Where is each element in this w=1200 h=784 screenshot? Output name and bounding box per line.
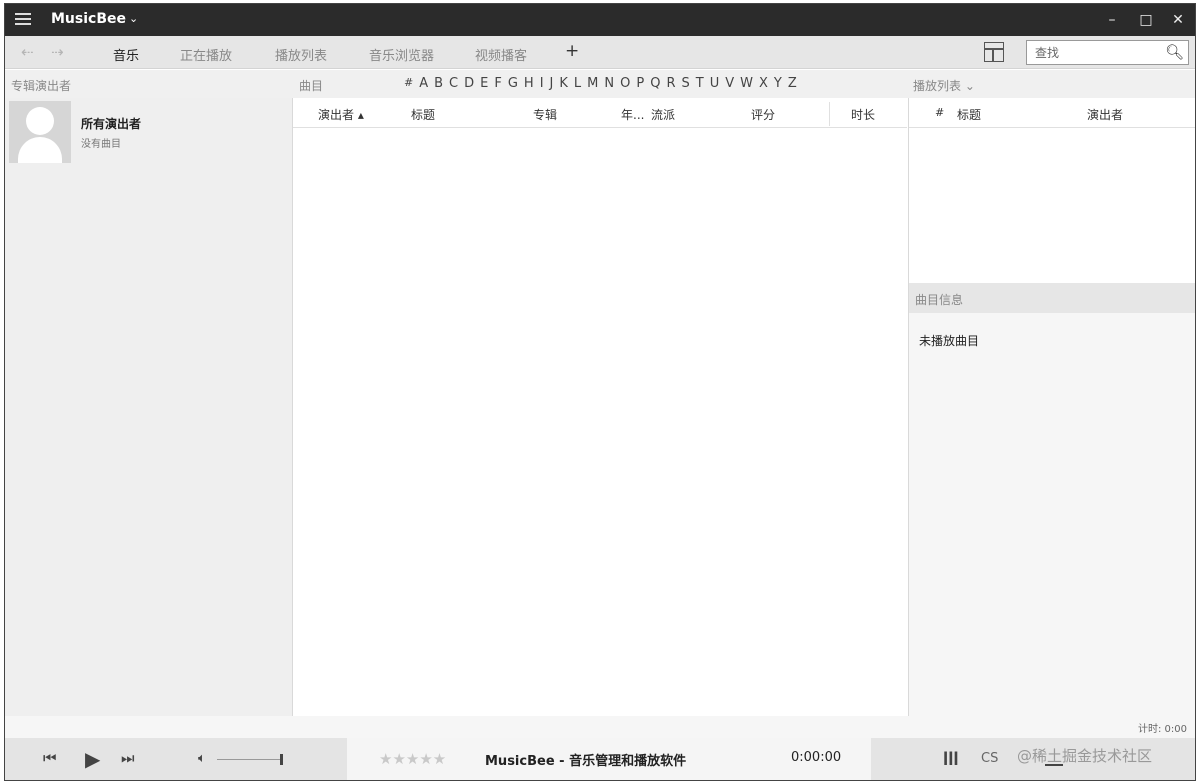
playlist-panel: # 标题 演出者 曲目信息 未播放曲目 [908, 98, 1195, 716]
next-track-icon[interactable]: ⏭ [121, 749, 135, 767]
player-bar: ⏮ ▶ ⏭ 🔈︎ ★★★★★ MusicBee - 音乐管理和播放软件 0:00… [5, 738, 1195, 780]
maximize-button[interactable]: □ [1136, 10, 1156, 30]
alphabet-letter[interactable]: U [707, 76, 723, 91]
column-number[interactable]: # [935, 106, 944, 119]
title-bar: MusicBee ⌄ – □ ✕ [5, 4, 1195, 36]
alphabet-letter[interactable]: D [461, 76, 477, 91]
alphabet-letter[interactable]: X [756, 76, 771, 91]
artist-avatar-icon [9, 101, 71, 163]
track-list-header: 演出者 ▴ 标题 专辑 年... 流派 评分 时长 [293, 98, 907, 128]
section-header-bar: 专辑演出者 曲目 # A B C D E F G H I J K L M N O P Q R S T U V W X Y Z 播放列… [5, 70, 1195, 98]
alphabet-letter[interactable]: E [477, 76, 491, 91]
alphabet-letter[interactable]: I [537, 76, 547, 91]
app-title[interactable]: MusicBee [51, 11, 126, 27]
alphabet-letter[interactable]: L [571, 76, 584, 91]
close-button[interactable]: ✕ [1168, 10, 1188, 30]
alphabet-letter[interactable]: H [521, 76, 537, 91]
alphabet-letter[interactable]: P [633, 76, 647, 91]
artist-track-count: 没有曲目 [81, 139, 121, 150]
column-album[interactable]: 专辑 [533, 106, 557, 123]
alphabet-letter[interactable]: A [416, 76, 431, 91]
column-title[interactable]: 标题 [411, 106, 435, 123]
now-playing-title: MusicBee - 音乐管理和播放软件 [485, 754, 687, 769]
now-playing-area: ★★★★★ MusicBee - 音乐管理和播放软件 0:00:00 [347, 738, 871, 780]
tab-now-playing[interactable]: 正在播放 [180, 45, 232, 64]
track-list-panel: 演出者 ▴ 标题 专辑 年... 流派 评分 时长 [293, 98, 907, 716]
volume-icon[interactable]: 🔈︎ [198, 751, 206, 766]
playback-time: 0:00:00 [791, 750, 842, 765]
playlist-list[interactable] [909, 128, 1195, 283]
play-icon[interactable]: ▶ [85, 747, 100, 771]
track-info-header: 曲目信息 [909, 283, 1195, 313]
tab-playlists[interactable]: 播放列表 [275, 45, 327, 64]
alphabet-letter[interactable]: M [584, 76, 601, 91]
column-year[interactable]: 年... [621, 106, 644, 123]
forward-arrow-icon[interactable]: ⇢ [51, 43, 64, 61]
alphabet-jump-bar: # A B C D E F G H I J K L M N O P Q R S T U V W X Y Z [401, 76, 800, 91]
track-info-body: 未播放曲目 [919, 334, 980, 348]
alphabet-letter[interactable]: # [401, 76, 416, 91]
alphabet-letter[interactable]: T [693, 76, 707, 91]
album-artist-panel: 所有演出者 没有曲目 [5, 98, 293, 716]
status-strip: 计时: 0:00 [5, 716, 1195, 738]
rating-stars[interactable]: ★★★★★ [379, 750, 446, 768]
alphabet-letter[interactable]: N [601, 76, 617, 91]
tab-video-podcast[interactable]: 视频播客 [475, 45, 527, 64]
musicbee-window: MusicBee ⌄ – □ ✕ ⇠ ⇢ 音乐 正在播放 播放列表 音乐浏览器 … [4, 3, 1196, 781]
column-playlist-artist[interactable]: 演出者 [1087, 106, 1123, 123]
equalizer-icon[interactable]: ǀǀǀ [943, 750, 959, 766]
playlist-selector[interactable]: 播放列表 ⌄ [913, 77, 975, 94]
alphabet-letter[interactable]: Z [785, 76, 800, 91]
alphabet-letter[interactable]: W [737, 76, 756, 91]
alphabet-letter[interactable]: C [446, 76, 461, 91]
alphabet-letter[interactable]: Y [771, 76, 785, 91]
tab-music[interactable]: 音乐 [113, 45, 139, 64]
playlist-header: # 标题 演出者 [909, 98, 1195, 128]
layout-toggle-icon[interactable] [984, 42, 1004, 62]
scrobble-icon[interactable]: CS [981, 751, 998, 766]
volume-slider-handle[interactable] [280, 754, 283, 765]
watermark: @稀土掘金技术社区 [1017, 747, 1153, 765]
track-info-title: 曲目信息 [915, 293, 964, 307]
column-playlist-title[interactable]: 标题 [957, 106, 981, 123]
album-artist-header[interactable]: 专辑演出者 [11, 77, 71, 94]
alphabet-letter[interactable]: J [547, 76, 557, 91]
alphabet-letter[interactable]: K [556, 76, 571, 91]
alphabet-letter[interactable]: O [617, 76, 633, 91]
column-rating[interactable]: 评分 [751, 106, 775, 123]
alphabet-letter[interactable]: G [505, 76, 521, 91]
column-duration[interactable]: 时长 [851, 106, 875, 123]
total-time-text: 计时: 0:00 [1137, 724, 1187, 735]
hamburger-menu-icon[interactable] [15, 13, 31, 27]
add-tab-button[interactable]: + [565, 41, 579, 61]
column-divider[interactable] [829, 102, 830, 126]
previous-track-icon[interactable]: ⏮ [43, 749, 57, 767]
alphabet-letter[interactable]: V [722, 76, 737, 91]
alphabet-letter[interactable]: B [431, 76, 446, 91]
column-genre[interactable]: 流派 [651, 106, 675, 123]
main-toolbar: ⇠ ⇢ 音乐 正在播放 播放列表 音乐浏览器 视频播客 + 🔍︎ [5, 36, 1195, 69]
column-artist[interactable]: 演出者 ▴ [318, 106, 364, 123]
menu-line-icon[interactable] [1045, 764, 1063, 766]
minimize-button[interactable]: – [1102, 10, 1122, 30]
alphabet-letter[interactable]: S [678, 76, 692, 91]
search-input[interactable] [1035, 44, 1155, 62]
alphabet-letter[interactable]: Q [647, 76, 663, 91]
app-menu-chevron-icon[interactable]: ⌄ [129, 12, 138, 25]
alphabet-letter[interactable]: F [491, 76, 504, 91]
search-icon[interactable]: 🔍︎ [1165, 43, 1184, 61]
search-box: 🔍︎ [1026, 40, 1189, 65]
back-arrow-icon[interactable]: ⇠ [21, 43, 34, 61]
volume-slider[interactable] [217, 759, 283, 760]
artist-name: 所有演出者 [81, 117, 142, 131]
tab-music-browser[interactable]: 音乐浏览器 [369, 45, 434, 64]
artist-list-item[interactable]: 所有演出者 没有曲目 [9, 101, 293, 163]
tracks-header: 曲目 [299, 79, 324, 93]
alphabet-letter[interactable]: R [663, 76, 678, 91]
